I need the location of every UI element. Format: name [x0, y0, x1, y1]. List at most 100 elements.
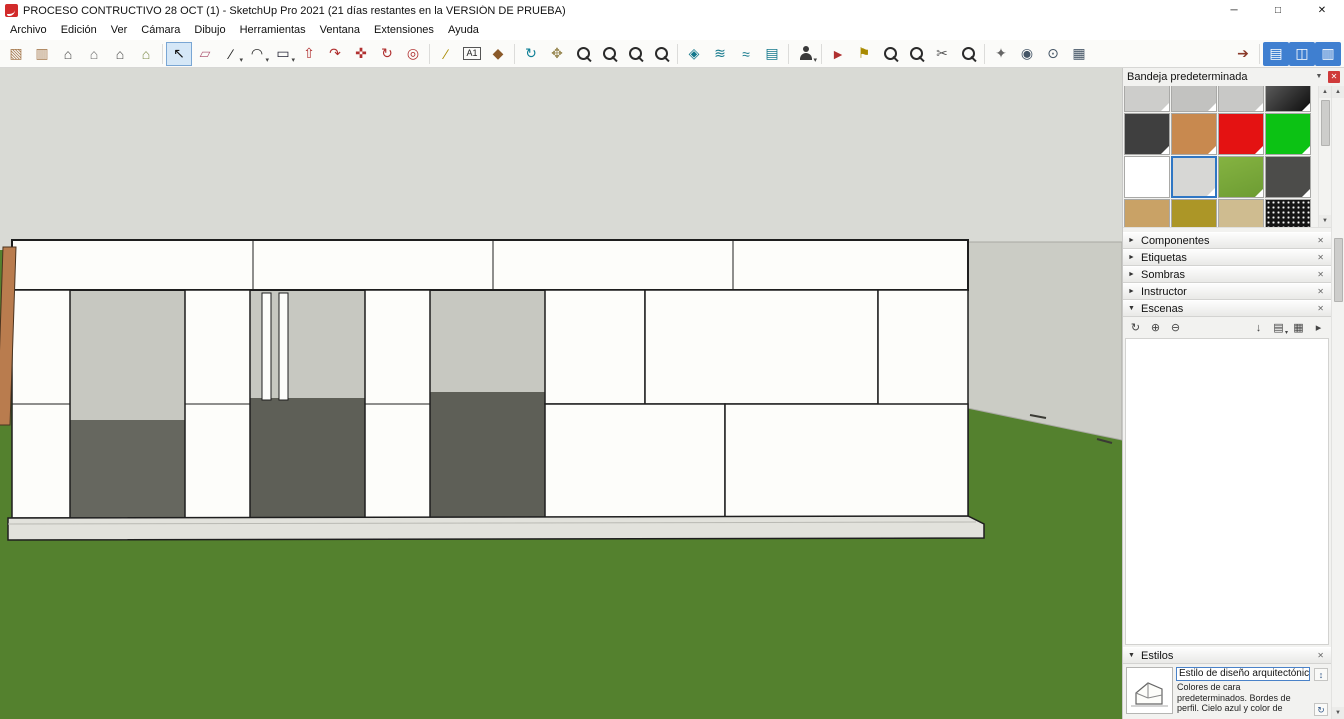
- material-asphalt[interactable]: [1265, 156, 1311, 198]
- position-camera-tool[interactable]: ⚑: [851, 42, 877, 66]
- material-grass[interactable]: [1218, 156, 1264, 198]
- expand-arrow-icon[interactable]: ►: [1128, 288, 1136, 295]
- add-scene-button[interactable]: ⊕: [1147, 320, 1164, 336]
- material-charcoal[interactable]: [1124, 113, 1170, 155]
- section-cuts-toggle[interactable]: ≈: [733, 42, 759, 66]
- material-wood-tan[interactable]: [1124, 199, 1170, 227]
- menu-ventana[interactable]: Ventana: [313, 21, 367, 40]
- panel-toggle-2-icon[interactable]: ◫: [1289, 41, 1315, 66]
- material-black-gradient[interactable]: [1265, 86, 1311, 112]
- minimize-button[interactable]: ─: [1212, 0, 1256, 21]
- scrollbar-thumb[interactable]: [1333, 238, 1343, 302]
- eraser-tool[interactable]: ▱: [192, 42, 218, 66]
- send-to-layout-icon[interactable]: ➔: [1230, 42, 1256, 66]
- menu-dibujo[interactable]: Dibujo: [187, 21, 232, 40]
- material-green[interactable]: [1265, 113, 1311, 155]
- update-scene-button[interactable]: ↻: [1127, 320, 1144, 336]
- material-gray-3[interactable]: [1218, 86, 1264, 112]
- tray-scrollbar[interactable]: ▲ ▼: [1331, 86, 1344, 719]
- walk-tool[interactable]: ►: [825, 42, 851, 66]
- select-tool[interactable]: ↖: [166, 41, 192, 66]
- spray-tool-icon[interactable]: ✦: [988, 42, 1014, 66]
- 3d-viewport[interactable]: [0, 68, 1122, 719]
- update-style-icon[interactable]: ↻: [1314, 703, 1328, 716]
- home-model-icon[interactable]: ⌂: [55, 42, 81, 66]
- home-stack-icon[interactable]: ⌂: [81, 42, 107, 66]
- section-sombras[interactable]: ► Sombras ✕: [1123, 266, 1331, 283]
- scroll-up-icon[interactable]: ▲: [1319, 86, 1331, 98]
- close-section-icon[interactable]: ✕: [1315, 236, 1326, 245]
- remove-scene-button[interactable]: ⊖: [1167, 320, 1184, 336]
- menu-edicion[interactable]: Edición: [54, 21, 104, 40]
- scissors-tool[interactable]: ✂: [929, 42, 955, 66]
- section-estilos[interactable]: ▼ Estilos ✕: [1123, 647, 1331, 664]
- orbit-tool[interactable]: ↻: [518, 42, 544, 66]
- section-plane-tool[interactable]: ◈: [681, 42, 707, 66]
- expand-arrow-icon[interactable]: ►: [1128, 271, 1136, 278]
- menu-camara[interactable]: Cámara: [134, 21, 187, 40]
- maximize-button[interactable]: □: [1256, 0, 1300, 21]
- collapse-arrow-icon[interactable]: ▼: [1128, 652, 1136, 659]
- scroll-up-icon[interactable]: ▲: [1332, 86, 1344, 98]
- close-section-icon[interactable]: ✕: [1315, 287, 1326, 296]
- pin-icon[interactable]: ▼: [1313, 71, 1325, 83]
- line-tool[interactable]: ∕ ▾: [218, 42, 244, 66]
- close-section-icon[interactable]: ✕: [1315, 270, 1326, 279]
- text-tool[interactable]: A1: [459, 42, 485, 66]
- scrollbar-thumb[interactable]: [1320, 100, 1330, 146]
- move-tool[interactable]: ✜: [348, 42, 374, 66]
- style-name-field[interactable]: Estilo de diseño arquitectónico: [1176, 667, 1310, 681]
- in-model-styles-icon[interactable]: ↕: [1314, 668, 1328, 681]
- close-section-icon[interactable]: ✕: [1315, 304, 1326, 313]
- section-etiquetas[interactable]: ► Etiquetas ✕: [1123, 249, 1331, 266]
- scene-menu-button[interactable]: ▸: [1310, 320, 1327, 336]
- expand-arrow-icon[interactable]: ►: [1128, 254, 1136, 261]
- rotate-tool[interactable]: ↻: [374, 42, 400, 66]
- zoom-window-tool[interactable]: [596, 42, 622, 66]
- followme-tool[interactable]: ↷: [322, 42, 348, 66]
- show-details-button[interactable]: ▦: [1290, 320, 1307, 336]
- arc-tool[interactable]: ◠ ▾: [244, 42, 270, 66]
- material-olive[interactable]: [1171, 199, 1217, 227]
- zoom-extents-tool[interactable]: [622, 42, 648, 66]
- scrollbar-track[interactable]: [1332, 302, 1344, 707]
- home-plan-icon[interactable]: ⌂: [133, 42, 159, 66]
- close-section-icon[interactable]: ✕: [1315, 253, 1326, 262]
- look-around-tool[interactable]: ◉: [1014, 42, 1040, 66]
- view-options-button[interactable]: ▤ ▾: [1270, 320, 1288, 336]
- panel-toggle-1-icon[interactable]: ▤: [1263, 41, 1289, 66]
- material-default-light-gray[interactable]: [1171, 156, 1217, 198]
- section-componentes[interactable]: ► Componentes ✕: [1123, 232, 1331, 249]
- material-orange-texture[interactable]: [1171, 113, 1217, 155]
- menu-herramientas[interactable]: Herramientas: [233, 21, 313, 40]
- section-escenas[interactable]: ▼ Escenas ✕: [1123, 300, 1331, 317]
- binoculars-icon[interactable]: ⊙: [1040, 42, 1066, 66]
- zoom-selection-tool[interactable]: [903, 42, 929, 66]
- scenes-list[interactable]: [1125, 338, 1329, 645]
- inspect-tool[interactable]: [955, 42, 981, 66]
- material-red[interactable]: [1218, 113, 1264, 155]
- section-fill-toggle[interactable]: ▤: [759, 42, 785, 66]
- material-light-gray-1[interactable]: [1124, 86, 1170, 112]
- rectangle-tool[interactable]: ▭ ▾: [270, 42, 296, 66]
- menu-ayuda[interactable]: Ayuda: [441, 21, 486, 40]
- material-white[interactable]: [1124, 156, 1170, 198]
- pushpull-tool[interactable]: ⇧: [296, 42, 322, 66]
- zoom-tool[interactable]: [570, 42, 596, 66]
- offset-tool[interactable]: ◎: [400, 42, 426, 66]
- close-button[interactable]: ✕: [1300, 0, 1344, 21]
- move-scene-down-button[interactable]: ↓: [1250, 320, 1267, 336]
- material-black-dots[interactable]: [1265, 199, 1311, 227]
- copy-box-icon[interactable]: ▥: [29, 42, 55, 66]
- camera-person-tool[interactable]: ▾: [792, 42, 818, 66]
- tray-close-icon[interactable]: ✕: [1328, 71, 1340, 83]
- material-beige[interactable]: [1218, 199, 1264, 227]
- menu-archivo[interactable]: Archivo: [3, 21, 54, 40]
- previous-view-tool[interactable]: [648, 42, 674, 66]
- tape-measure-tool[interactable]: ∕: [433, 42, 459, 66]
- section-instructor[interactable]: ► Instructor ✕: [1123, 283, 1331, 300]
- scroll-down-icon[interactable]: ▼: [1332, 707, 1344, 719]
- scroll-down-icon[interactable]: ▼: [1319, 215, 1331, 227]
- paste-box-icon[interactable]: ▧: [3, 42, 29, 66]
- material-gray-2[interactable]: [1171, 86, 1217, 112]
